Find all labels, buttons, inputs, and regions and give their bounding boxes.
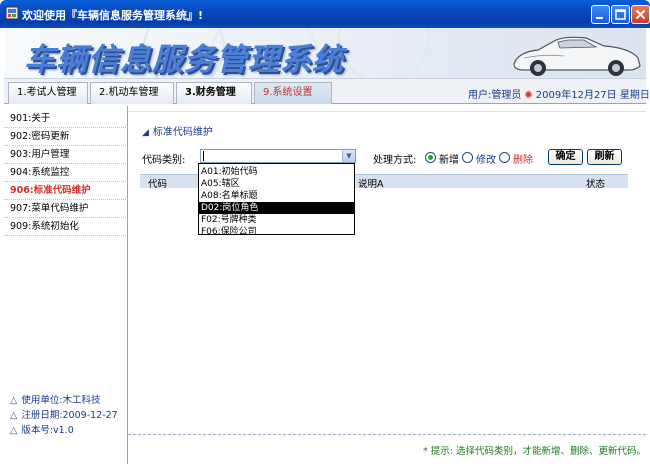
banner-title: 车辆信息服务管理系统 xyxy=(24,42,344,78)
maximize-icon xyxy=(615,9,626,20)
tab-examinee-management[interactable]: 1.考试人管理 xyxy=(8,82,88,104)
section-title: ◢ 标准代码维护 xyxy=(142,127,213,138)
tab-finance-management[interactable]: 3.财务管理 xyxy=(176,82,252,104)
confirm-button[interactable]: 确定 xyxy=(548,149,583,165)
refresh-button[interactable]: 刷新 xyxy=(587,149,622,165)
close-icon xyxy=(635,9,646,20)
title-bar: 欢迎使用『车辆信息服务管理系统』! xyxy=(0,0,650,28)
close-button[interactable] xyxy=(631,5,650,24)
info-version: △ 版本号:v1.0 xyxy=(10,425,74,436)
current-date: 2009年12月27日 星期日 xyxy=(535,90,650,101)
info-regdate: △ 注册日期:2009-12-27 xyxy=(10,410,118,421)
col-header-description[interactable]: 说明A xyxy=(358,176,384,190)
triangle-icon: △ xyxy=(10,395,18,406)
module-tab-bar: 1.考试人管理 2.机动车管理 3.财务管理 9.系统设置 用户:管理员 ✺ 200… xyxy=(4,78,650,104)
dropdown-option[interactable]: A05:辖区 xyxy=(199,178,354,190)
dropdown-option[interactable]: F02:号牌种类 xyxy=(199,214,354,226)
minimize-button[interactable] xyxy=(591,5,610,24)
banner: 车辆信息服务管理系统 xyxy=(4,28,646,78)
sun-icon: ✺ xyxy=(524,90,533,101)
chevron-down-icon[interactable]: ▼ xyxy=(342,150,355,162)
sidebar-item-user-management[interactable]: 903:用户管理 xyxy=(4,146,128,164)
radio-add-label: 新增 xyxy=(439,155,459,166)
radio-add[interactable] xyxy=(425,152,436,163)
dropdown-option[interactable]: A08:名单标题 xyxy=(199,190,354,202)
current-user: 用户:管理员 xyxy=(468,90,522,101)
sidebar-item-standard-code-maintenance[interactable]: 906:标准代码维护 xyxy=(4,182,128,200)
sidebar-item-system-monitor[interactable]: 904:系统监控 xyxy=(4,164,128,182)
minimize-icon xyxy=(596,17,603,19)
main-panel: ◢ 标准代码维护 代码类别: ▼ 处理方式: 新增 修改 删除 确定 刷新 代码 … xyxy=(128,106,646,464)
text-caret xyxy=(203,151,204,161)
dropdown-option-selected[interactable]: D02:岗位角色 xyxy=(199,202,354,214)
sidebar: 901:关于 902:密码更新 903:用户管理 904:系统监控 906:标准… xyxy=(4,106,128,464)
code-type-select[interactable]: ▼ xyxy=(200,149,356,163)
tab-system-settings[interactable]: 9.系统设置 xyxy=(254,82,332,104)
col-header-status[interactable]: 状态 xyxy=(586,176,605,190)
radio-delete[interactable] xyxy=(499,152,510,163)
sidebar-item-system-init[interactable]: 909:系统初始化 xyxy=(4,218,128,236)
col-header-code[interactable]: 代码 xyxy=(148,176,167,190)
code-type-label: 代码类别: xyxy=(142,155,186,166)
radio-delete-label: 删除 xyxy=(513,155,533,166)
user-info: 用户:管理员 ✺ 2009年12月27日 星期日 xyxy=(468,86,650,101)
radio-edit[interactable] xyxy=(462,152,473,163)
divider xyxy=(128,434,646,435)
mode-label: 处理方式: xyxy=(373,155,417,166)
code-type-dropdown-list: A01:初始代码 A05:辖区 A08:名单标题 D02:岗位角色 F02:号牌… xyxy=(198,163,355,238)
maximize-button[interactable] xyxy=(611,5,630,24)
divider xyxy=(128,111,646,112)
tab-vehicle-management[interactable]: 2.机动车管理 xyxy=(90,82,174,104)
hint-text: * 提示: 选择代码类别，才能新增、删除、更新代码。 xyxy=(423,446,646,457)
triangle-marker-icon: ◢ xyxy=(142,128,149,138)
dropdown-option[interactable]: A01:初始代码 xyxy=(199,166,354,178)
dropdown-option[interactable]: F06:保险公司 xyxy=(199,226,354,238)
car-image xyxy=(513,36,641,76)
info-unit: △ 使用单位:木工科技 xyxy=(10,395,101,406)
triangle-icon: △ xyxy=(10,425,18,436)
sidebar-item-about[interactable]: 901:关于 xyxy=(4,110,128,128)
window-title: 欢迎使用『车辆信息服务管理系统』! xyxy=(22,9,204,22)
radio-edit-label: 修改 xyxy=(476,155,496,166)
sidebar-item-password-update[interactable]: 902:密码更新 xyxy=(4,128,128,146)
app-icon xyxy=(5,6,19,20)
triangle-icon: △ xyxy=(10,410,18,421)
sidebar-item-menu-code-maintenance[interactable]: 907:菜单代码维护 xyxy=(4,200,128,218)
